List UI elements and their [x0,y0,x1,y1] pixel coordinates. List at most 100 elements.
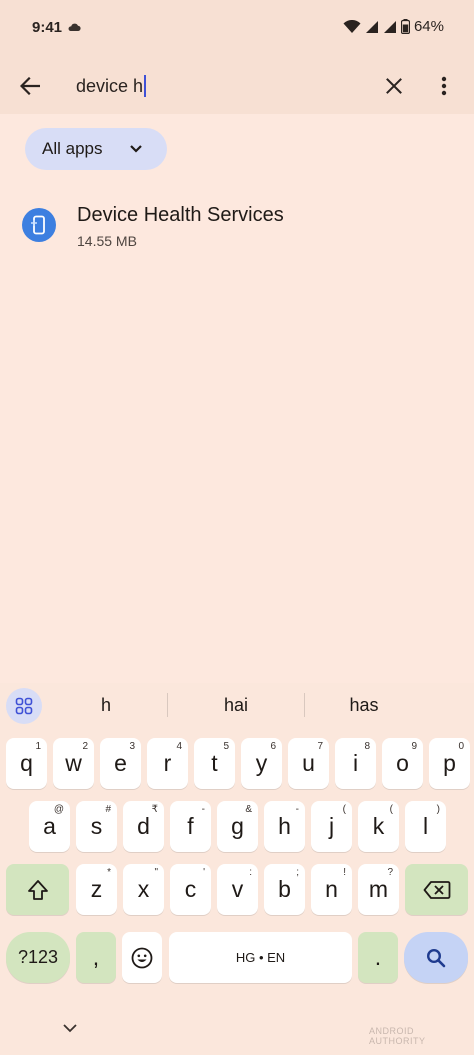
cloud-icon [68,23,81,31]
key-p[interactable]: p0 [429,738,470,789]
key-h[interactable]: h- [264,801,305,852]
key-hint: : [249,867,252,878]
wifi-icon [343,19,361,33]
period-key[interactable]: . [358,932,398,983]
shift-key[interactable] [6,864,69,915]
key-r[interactable]: r4 [147,738,188,789]
arrow-left-icon [20,77,40,95]
key-label: u [302,750,315,776]
phone-icon [31,215,45,235]
key-label: r [163,750,172,776]
key-e[interactable]: e3 [100,738,141,789]
key-k[interactable]: k( [358,801,399,852]
key-hint: - [201,804,205,815]
all-apps-filter-chip[interactable]: All apps [25,128,167,170]
clear-search-button[interactable] [380,72,408,100]
search-key[interactable] [404,932,468,983]
suggestion-divider [304,693,305,717]
key-label: z [90,876,103,902]
key-i[interactable]: i8 [335,738,376,789]
key-label: w [65,750,82,776]
key-hint: 2 [82,741,88,752]
key-hint: & [245,804,252,815]
backspace-icon [423,880,450,899]
key-label: e [114,750,127,776]
key-t[interactable]: t5 [194,738,235,789]
more-vertical-icon [441,76,447,96]
key-o[interactable]: o9 [382,738,423,789]
key-label: m [368,876,389,902]
key-label: h [278,813,291,839]
comma-key[interactable]: , [76,932,116,983]
key-label: d [137,813,150,839]
key-label: i [352,750,359,776]
key-label: n [325,876,338,902]
key-label: j [328,813,335,839]
space-key[interactable]: HG • EN [169,932,352,983]
key-a[interactable]: a @ [29,801,70,852]
key-hint: 5 [223,741,229,752]
key-label: a [43,813,56,839]
key-f[interactable]: f- [170,801,211,852]
key-v[interactable]: v: [217,864,258,915]
key-m[interactable]: m? [358,864,399,915]
key-label: o [396,750,409,776]
key-label: k [372,813,385,839]
key-hint: 1 [35,741,41,752]
key-z[interactable]: z * [76,864,117,915]
status-time: 9:41 [32,19,63,36]
key-label: s [90,813,103,839]
app-size: 14.55 MB [77,233,137,249]
key-hint: " [154,867,158,878]
backspace-key[interactable] [405,864,468,915]
symbols-key[interactable]: ?123 [6,932,70,983]
hide-keyboard-chevron-icon[interactable] [62,1022,78,1034]
keyboard-apps-button[interactable] [6,688,42,724]
suggestion-3[interactable]: has [314,695,414,716]
key-hint: 3 [129,741,135,752]
key-b[interactable]: b; [264,864,305,915]
status-icons: 64% [343,18,444,35]
key-n[interactable]: n! [311,864,352,915]
battery-percent: 64% [413,18,444,35]
key-q[interactable]: q1 [6,738,47,789]
key-label: l [422,813,429,839]
chevron-down-icon [130,145,142,153]
search-icon [426,948,446,967]
cell-signal-icon-2 [383,20,396,33]
key-l[interactable]: l) [405,801,446,852]
key-label: f [187,813,194,839]
more-options-button[interactable] [432,72,456,100]
key-hint: ' [203,867,205,878]
chip-label: All apps [42,139,103,158]
key-d[interactable]: d ₹ [123,801,164,852]
emoji-key[interactable] [122,932,162,983]
key-g[interactable]: g & [217,801,258,852]
key-j[interactable]: j( [311,801,352,852]
key-x[interactable]: x " [123,864,164,915]
search-input[interactable]: device h [76,75,147,97]
key-u[interactable]: u7 [288,738,329,789]
key-label: y [255,750,268,776]
suggestion-1[interactable]: h [56,695,156,716]
key-hint: ( [342,804,346,815]
key-hint: 9 [411,741,417,752]
suggestion-2[interactable]: hai [186,695,286,716]
key-label: b [278,876,291,902]
key-label: c [184,876,197,902]
key-c[interactable]: c ' [170,864,211,915]
key-w[interactable]: w2 [53,738,94,789]
text-cursor [144,75,147,97]
app-list-item[interactable]: Device Health Services 14.55 MB [0,192,474,262]
search-query: device h [76,76,144,96]
close-icon [386,78,402,94]
key-hint: # [105,804,111,815]
key-hint: ₹ [151,804,158,815]
app-name: Device Health Services [77,204,284,226]
key-y[interactable]: y6 [241,738,282,789]
key-label: q [20,750,33,776]
key-s[interactable]: s # [76,801,117,852]
back-button[interactable] [15,72,45,100]
key-hint: - [295,804,299,815]
key-hint: ? [387,867,393,878]
